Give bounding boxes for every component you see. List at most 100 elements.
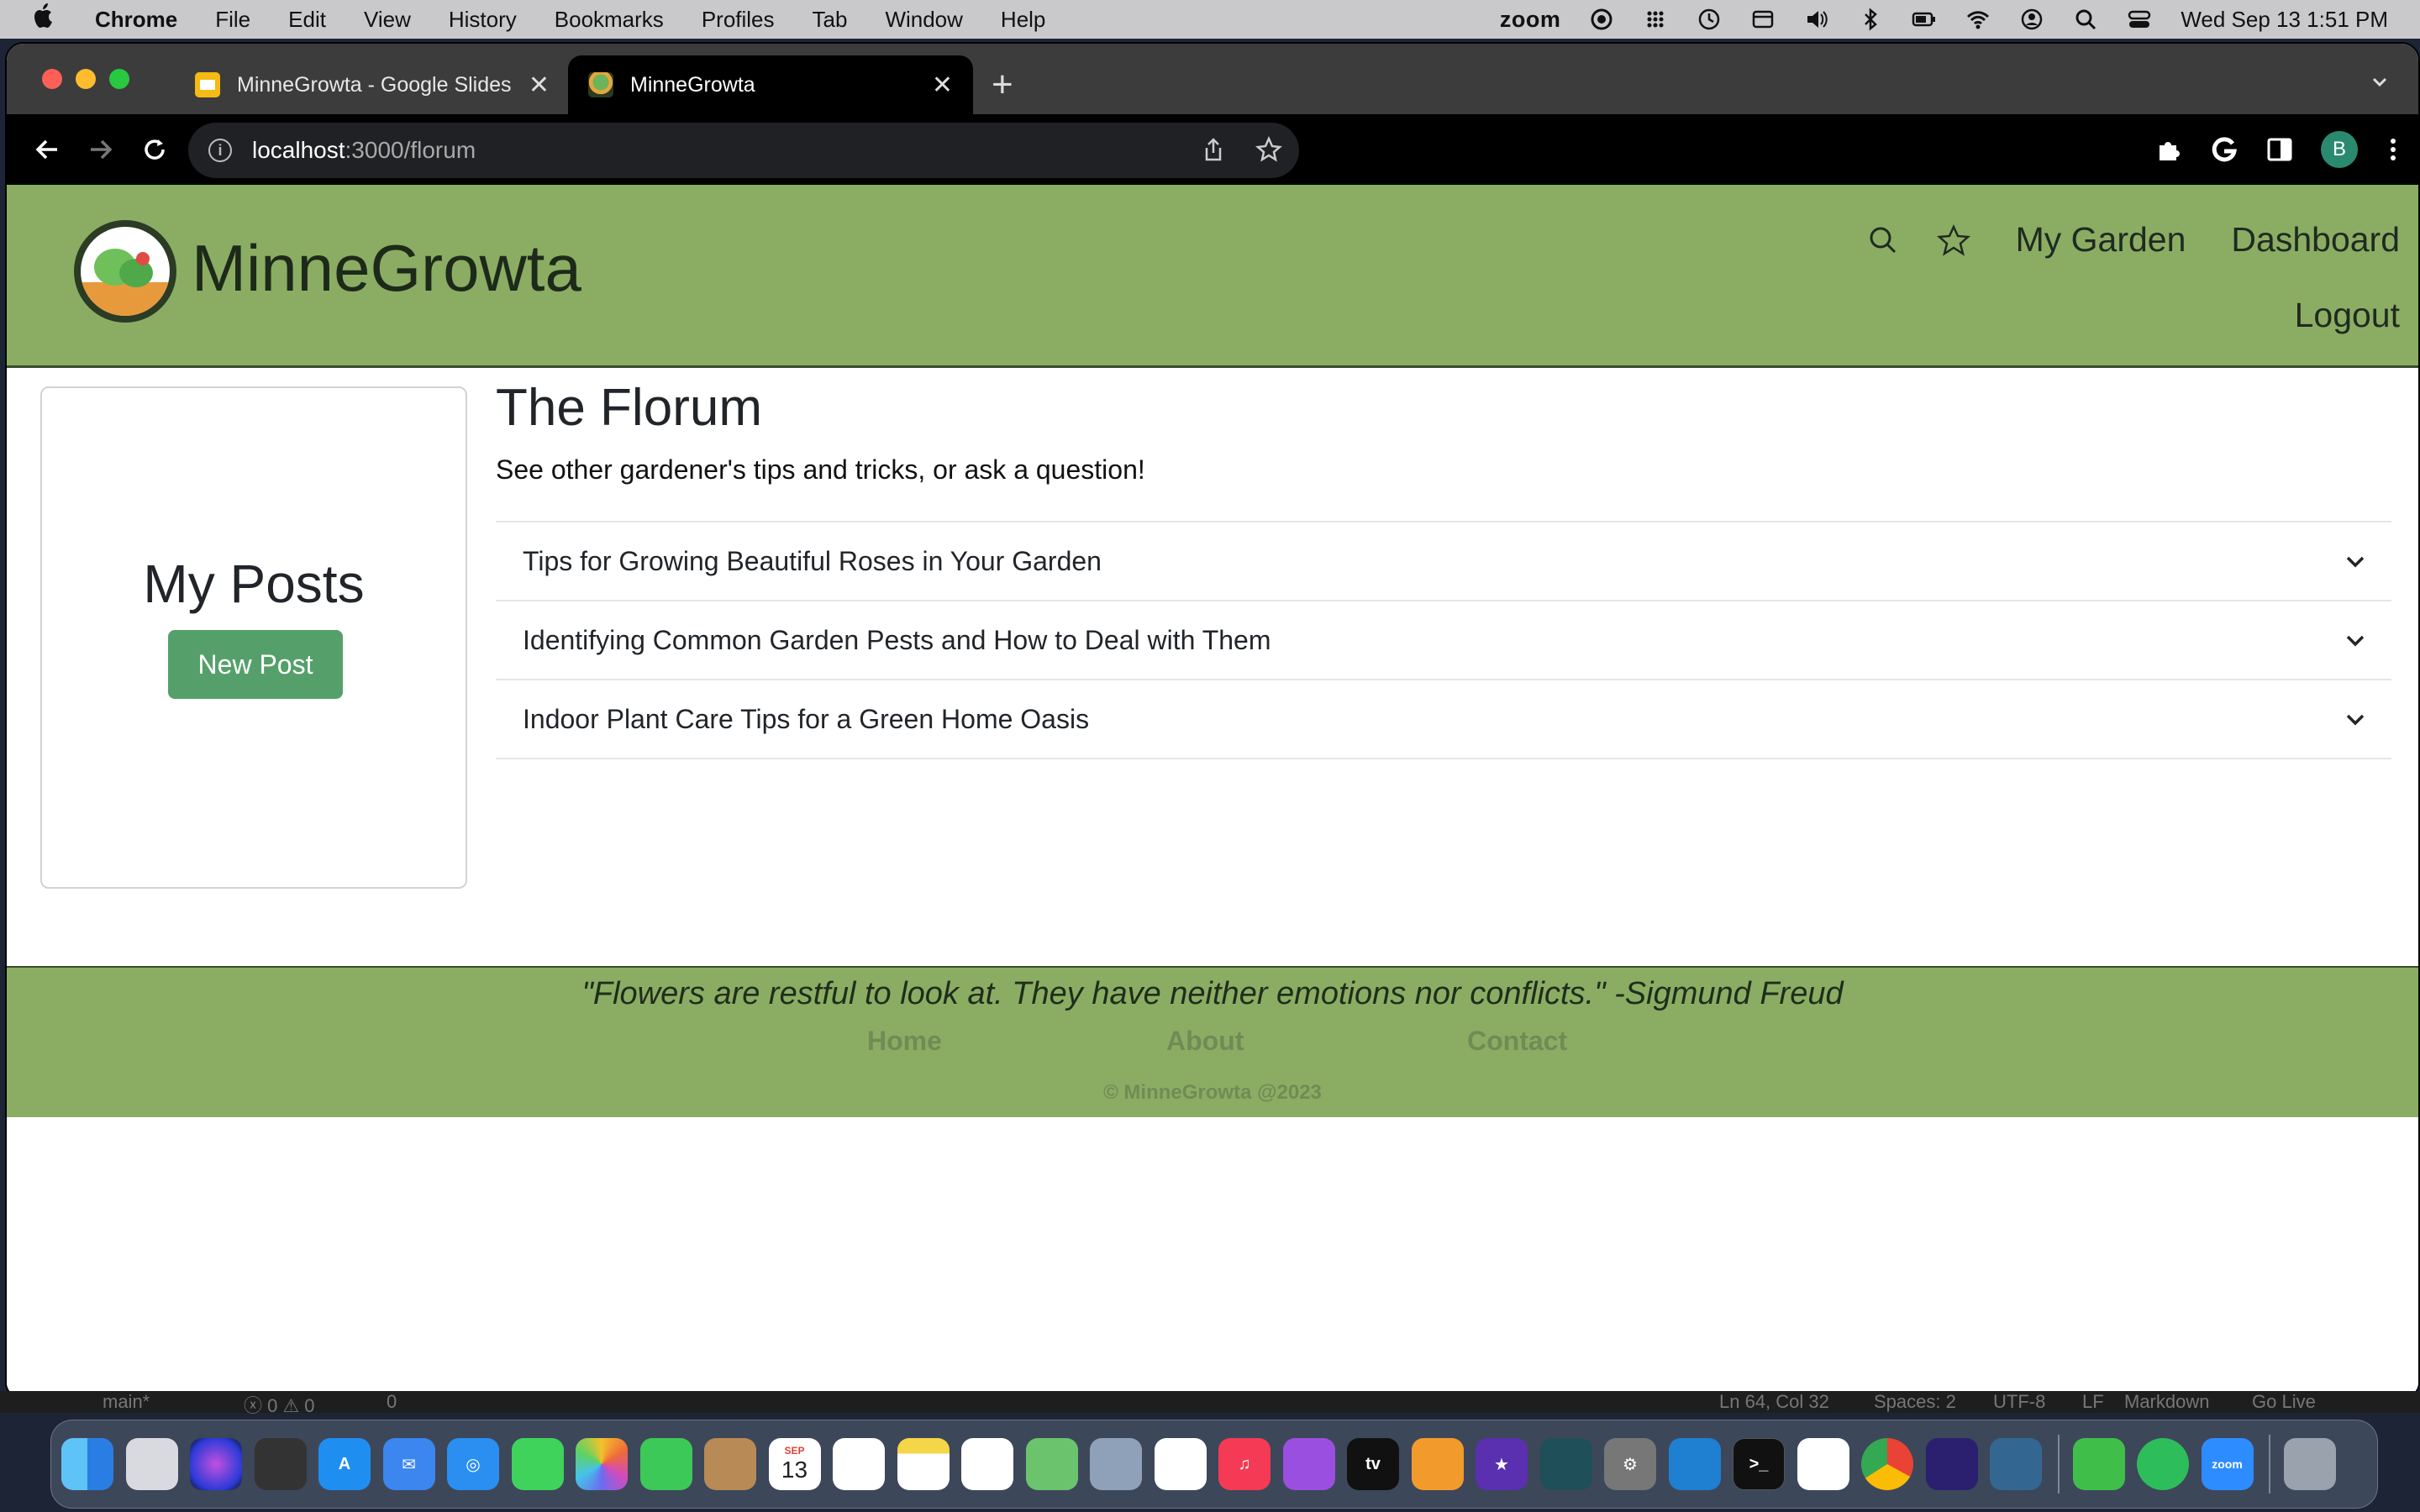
close-tab-icon[interactable]: ✕ <box>932 71 953 100</box>
cursor-position[interactable]: Ln 64, Col 32 <box>1719 1391 1829 1413</box>
ports-count[interactable]: 0 <box>387 1391 397 1413</box>
close-window-button[interactable] <box>42 69 62 89</box>
reminders-icon[interactable] <box>833 1438 885 1490</box>
menu-file[interactable]: File <box>215 7 250 33</box>
minimize-window-button[interactable] <box>76 69 96 89</box>
evernote-icon[interactable] <box>2137 1438 2189 1490</box>
footer-home-link[interactable]: Home <box>867 1026 942 1057</box>
launchpad-icon[interactable] <box>125 1438 178 1490</box>
line-endings[interactable]: LF <box>2082 1391 2104 1413</box>
photos-icon[interactable] <box>576 1438 628 1490</box>
menu-edit[interactable]: Edit <box>288 7 326 33</box>
books-icon[interactable] <box>1411 1438 1464 1490</box>
chrome-icon[interactable] <box>1861 1438 1913 1490</box>
go-live-button[interactable]: Go Live <box>2252 1391 2316 1413</box>
time-machine-icon[interactable] <box>1697 7 1722 32</box>
menu-window[interactable]: Window <box>885 7 962 33</box>
time-machine-app-icon[interactable] <box>1539 1438 1592 1490</box>
indent-spaces[interactable]: Spaces: 2 <box>1874 1391 1956 1413</box>
user-account-icon[interactable] <box>2019 7 2044 32</box>
volume-icon[interactable] <box>1804 7 1829 32</box>
finder-icon[interactable] <box>61 1438 113 1490</box>
facetime-icon[interactable] <box>639 1438 692 1490</box>
grammarly-icon[interactable] <box>2210 135 2238 164</box>
trash-icon[interactable] <box>2284 1438 2336 1490</box>
numbers-icon[interactable] <box>2072 1438 2125 1490</box>
new-post-button[interactable]: New Post <box>168 630 343 699</box>
preview-icon[interactable] <box>1090 1438 1142 1490</box>
screen-record-icon[interactable] <box>1589 7 1614 32</box>
wifi-icon[interactable] <box>1965 7 1991 32</box>
zoom-window-button[interactable] <box>109 69 129 89</box>
imovie-icon[interactable]: ★ <box>1476 1438 1528 1490</box>
menu-tab[interactable]: Tab <box>813 7 848 33</box>
share-icon[interactable] <box>1200 136 1227 163</box>
contacts-icon[interactable] <box>704 1438 756 1490</box>
language-mode[interactable]: Markdown <box>2124 1391 2209 1413</box>
control-center-icon[interactable] <box>2127 7 2152 32</box>
forward-icon[interactable] <box>86 134 116 165</box>
tab-search-icon[interactable] <box>2370 72 2390 97</box>
extensions-icon[interactable] <box>2154 135 2183 164</box>
notes-icon[interactable] <box>897 1438 950 1490</box>
messages-icon[interactable] <box>511 1438 564 1490</box>
nav-my-garden[interactable]: My Garden <box>2016 220 2186 260</box>
favorites-star-icon[interactable] <box>1936 223 1970 257</box>
calendar-icon[interactable]: SEP 13 <box>768 1438 821 1490</box>
terminal-icon[interactable]: >_ <box>1733 1438 1785 1490</box>
vscode-icon[interactable] <box>1668 1438 1721 1490</box>
podcasts-icon[interactable] <box>1282 1438 1335 1490</box>
maps-icon[interactable] <box>1025 1438 1078 1490</box>
new-tab-icon[interactable]: + <box>992 64 1013 106</box>
site-brand[interactable]: MinneGrowta <box>192 230 581 307</box>
tab-minnegrowta[interactable]: MinneGrowta ✕ <box>568 55 973 114</box>
address-bar[interactable]: i localhost:3000/florum <box>188 123 1299 178</box>
music-icon[interactable]: ♫ <box>1218 1438 1270 1490</box>
nav-logout[interactable]: Logout <box>2295 296 2400 335</box>
accordion-item[interactable]: Indoor Plant Care Tips for a Green Home … <box>496 680 2391 759</box>
bluetooth-icon[interactable] <box>1858 7 1883 32</box>
menu-app-name[interactable]: Chrome <box>95 7 177 33</box>
problems-count[interactable]: ⓧ 0 ⚠ 0 <box>244 1391 315 1418</box>
menu-history[interactable]: History <box>449 7 517 33</box>
tab-google-slides[interactable]: MinneGrowta - Google Slides ✕ <box>175 55 570 114</box>
chrome-menu-icon[interactable] <box>2385 135 2402 164</box>
menu-profiles[interactable]: Profiles <box>702 7 775 33</box>
safari-icon[interactable]: ◎ <box>447 1438 499 1490</box>
footer-about-link[interactable]: About <box>1166 1026 1244 1057</box>
site-info-icon[interactable]: i <box>208 139 232 162</box>
mission-control-icon[interactable] <box>254 1438 307 1490</box>
profile-avatar[interactable]: B <box>2321 131 2358 168</box>
apple-menu-icon[interactable] <box>32 3 57 36</box>
minnegrowta-logo[interactable] <box>74 220 176 323</box>
nav-dashboard[interactable]: Dashboard <box>2231 220 2400 260</box>
mail-icon[interactable]: ✉ <box>382 1438 435 1490</box>
spotlight-search-icon[interactable] <box>2073 7 2098 32</box>
search-icon[interactable] <box>1866 223 1900 257</box>
close-tab-icon[interactable]: ✕ <box>529 71 550 100</box>
dark-app-icon[interactable] <box>1925 1438 1978 1490</box>
bookmark-star-icon[interactable] <box>1255 136 1282 163</box>
calendar-status-icon[interactable] <box>1750 7 1776 32</box>
accordion-item[interactable]: Identifying Common Garden Pests and How … <box>496 601 2391 680</box>
system-settings-icon[interactable]: ⚙ <box>1604 1438 1656 1490</box>
slack-icon[interactable] <box>1797 1438 1849 1490</box>
side-panel-icon[interactable] <box>2265 135 2294 164</box>
git-branch[interactable]: main* <box>103 1391 150 1413</box>
menu-help[interactable]: Help <box>1001 7 1045 33</box>
menu-view[interactable]: View <box>364 7 411 33</box>
file-encoding[interactable]: UTF-8 <box>1993 1391 2045 1413</box>
reload-icon[interactable] <box>139 134 170 165</box>
zoom-status-icon[interactable]: zoom <box>1500 7 1561 33</box>
apple-tv-icon[interactable]: tv <box>1347 1438 1399 1490</box>
news-icon[interactable] <box>1154 1438 1207 1490</box>
footer-contact-link[interactable]: Contact <box>1467 1026 1567 1057</box>
menu-bookmarks[interactable]: Bookmarks <box>555 7 664 33</box>
app-store-icon[interactable]: A <box>318 1438 371 1490</box>
freeform-icon[interactable] <box>961 1438 1013 1490</box>
zoom-app-icon[interactable]: zoom <box>2201 1438 2254 1490</box>
siri-icon[interactable] <box>190 1438 242 1490</box>
accordion-item[interactable]: Tips for Growing Beautiful Roses in Your… <box>496 522 2391 601</box>
battery-icon[interactable] <box>1912 7 1937 32</box>
dots-grid-icon[interactable] <box>1643 7 1668 32</box>
